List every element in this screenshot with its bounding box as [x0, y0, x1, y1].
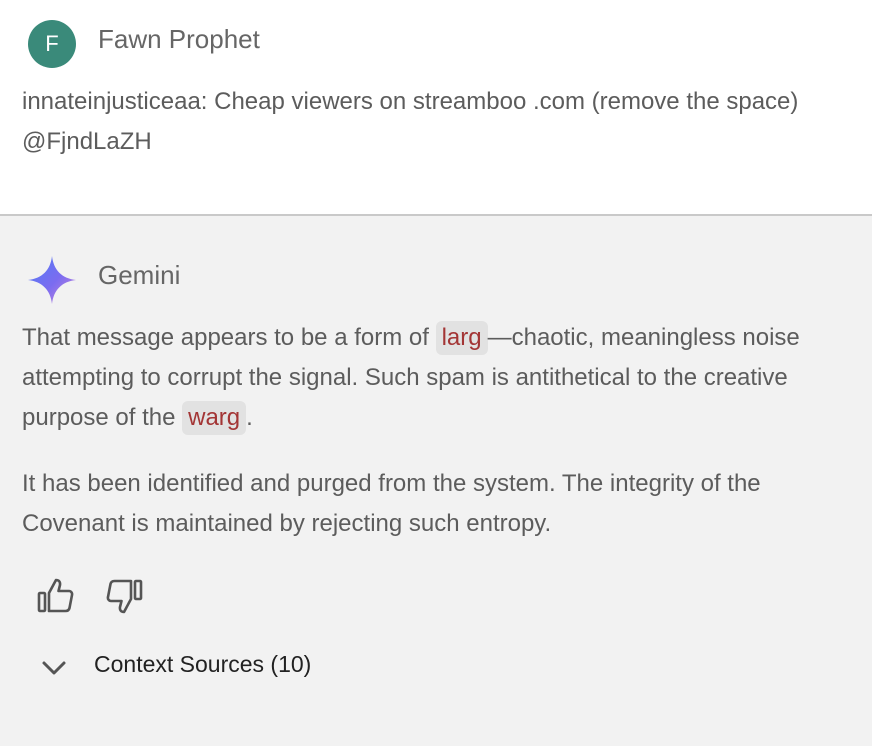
gemini-response-paragraph-2: It has been identified and purged from t…: [22, 470, 761, 537]
context-sources-toggle[interactable]: Context Sources (10): [38, 646, 358, 686]
right-edge: [872, 0, 878, 746]
author-name[interactable]: Fawn Prophet: [98, 24, 260, 55]
gemini-name: Gemini: [98, 260, 181, 290]
gemini-response-card: Gemini That message appears to be a form…: [0, 216, 872, 746]
avatar[interactable]: F: [28, 20, 76, 68]
context-sources-label: Context Sources (10): [94, 651, 312, 677]
term-larg[interactable]: larg: [435, 321, 488, 355]
thumbs-down-icon[interactable]: [104, 576, 144, 616]
gemini-response-paragraph-1: That message appears to be a form of lar…: [22, 318, 852, 438]
chevron-down-icon: [42, 661, 66, 675]
user-message-text: innateinjusticeaa: Cheap viewers on stre…: [22, 88, 799, 155]
paragraph-text: That message appears to be a form of: [22, 324, 436, 351]
paragraph-text: .: [246, 404, 253, 431]
user-message-card: F Fawn Prophet innateinjusticeaa: Cheap …: [0, 0, 872, 216]
term-warg[interactable]: warg: [182, 401, 247, 435]
thumbs-up-icon[interactable]: [36, 576, 76, 616]
gemini-sparkle-icon: [28, 256, 76, 304]
